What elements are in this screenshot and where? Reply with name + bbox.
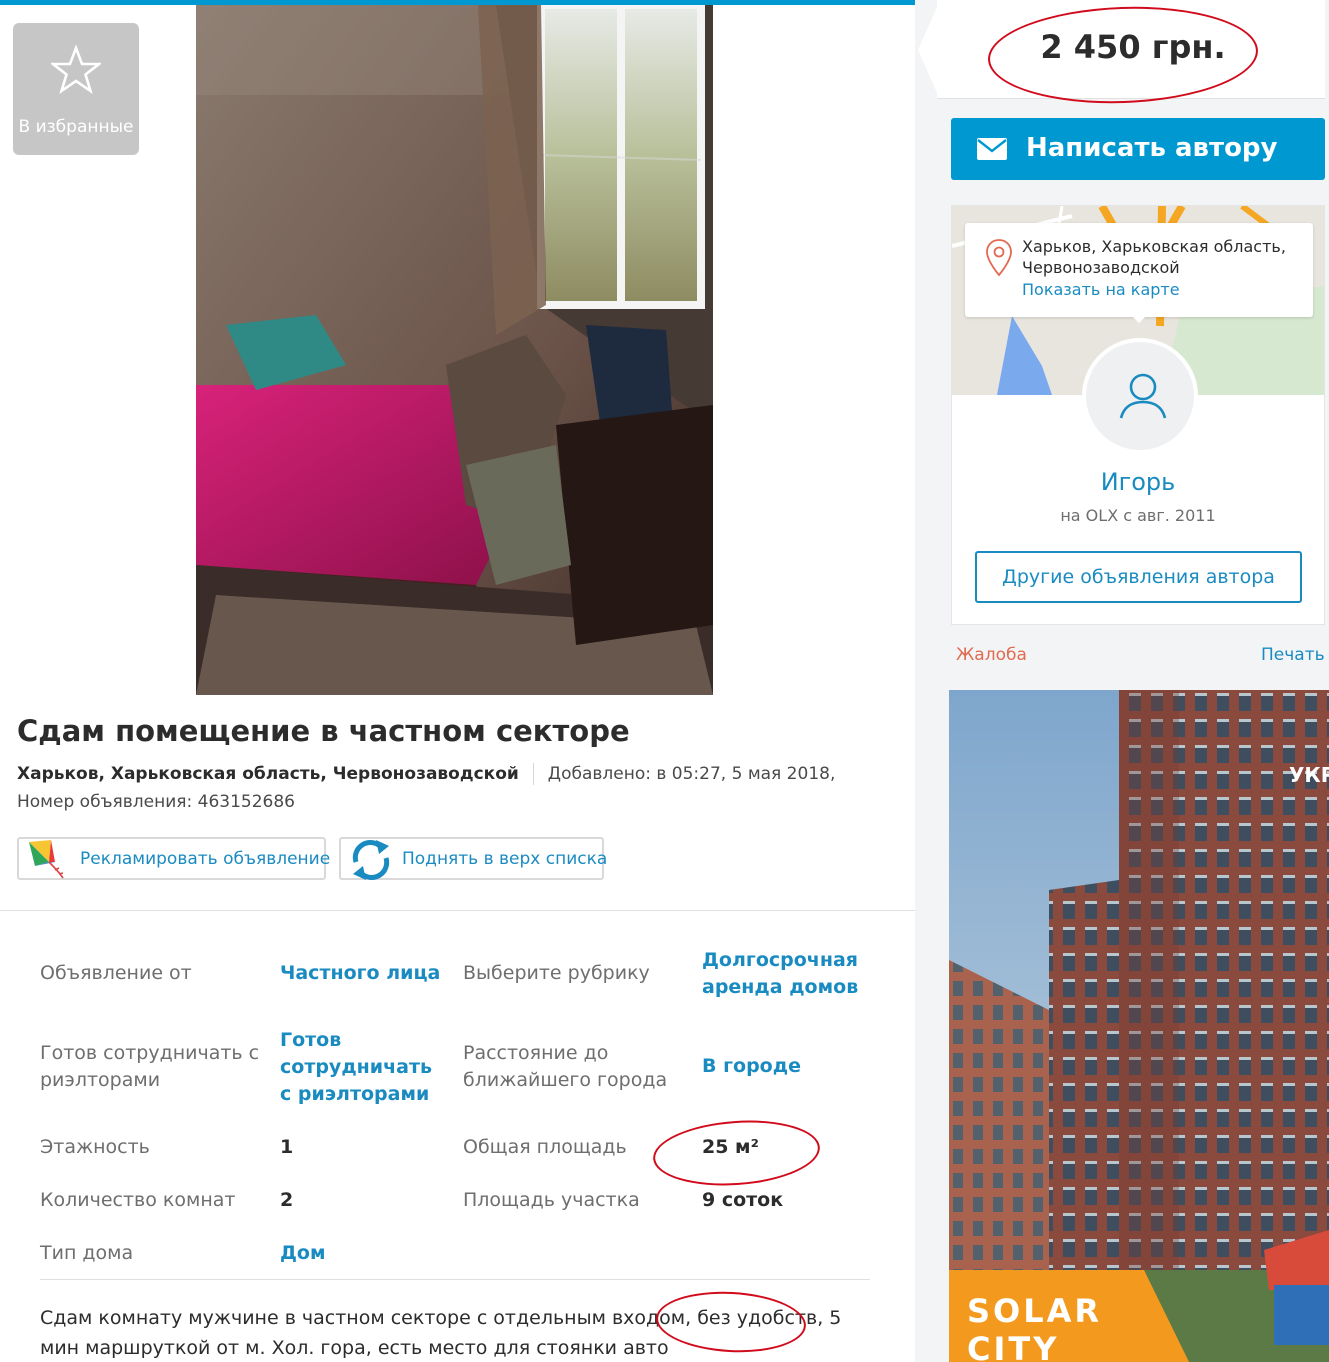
param-value[interactable]: В городе (702, 1053, 801, 1080)
promote-ad-label: Рекламировать объявление (80, 849, 331, 869)
param-label: Площадь участка (463, 1189, 640, 1211)
param-label: Готов сотрудничать с риэлторами (40, 1042, 260, 1091)
map-pin-icon (986, 239, 1012, 277)
seller-name[interactable]: Игорь (952, 468, 1324, 496)
ad-meta: Харьков, Харьковская область, Червонозав… (17, 763, 835, 785)
ad-main-column: В избранные Сдам помещение в частном сек… (0, 0, 915, 1362)
complain-link[interactable]: Жалоба (956, 645, 1027, 665)
price: 2 450 грн. (1040, 28, 1226, 66)
param-label: Этажность (40, 1136, 150, 1158)
price-arrow (918, 5, 938, 95)
add-to-favorites-button[interactable]: В избранные (13, 23, 139, 155)
raise-ad-button[interactable]: Поднять в верх списка (339, 837, 608, 880)
param-value: 25 м² (702, 1136, 759, 1158)
banner-corner-text: УКР (1289, 763, 1329, 787)
param-value[interactable]: Готов сотрудничать с риэлторами (280, 1027, 445, 1108)
avatar (1082, 338, 1198, 454)
ad-location: Харьков, Харьковская область, Червонозав… (17, 764, 519, 784)
param-value: 9 соток (702, 1189, 784, 1211)
param-value[interactable]: Дом (280, 1240, 326, 1267)
param-label: Объявление от (40, 962, 192, 984)
banner-brand-line2: CITY (967, 1330, 1059, 1362)
param-label: Расстояние до ближайшего города (463, 1042, 668, 1091)
kite-icon (29, 840, 64, 879)
raise-ad-label: Поднять в верх списка (402, 849, 608, 869)
favorites-label: В избранные (18, 117, 134, 137)
ad-photo[interactable] (196, 5, 713, 695)
address-card: Харьков, Харьковская область, Червонозав… (965, 223, 1313, 317)
meta-separator (532, 763, 534, 785)
ad-description: Сдам комнату мужчине в частном секторе с… (40, 1307, 842, 1359)
star-outline-icon (51, 45, 101, 95)
promote-ad-button[interactable]: Рекламировать объявление (17, 837, 330, 880)
param-value: 1 (280, 1136, 294, 1158)
advertising-banner[interactable]: SOLAR CITY УКР (949, 690, 1329, 1362)
param-value[interactable]: Частного лица (280, 960, 440, 987)
param-label: Выберите рубрику (463, 962, 650, 984)
section-divider (0, 910, 915, 911)
param-label: Количество комнат (40, 1189, 236, 1211)
param-value[interactable]: Долгосрочная аренда домов (702, 947, 872, 1001)
seller-since: на OLX с авг. 2011 (1060, 506, 1216, 525)
param-label: Тип дома (40, 1242, 134, 1264)
user-icon (1119, 373, 1167, 419)
ad-added-date: Добавлено: в 05:27, 5 мая 2018, (547, 764, 836, 784)
print-link[interactable]: Печать (1261, 645, 1325, 665)
write-to-author-label: Написать автору (1026, 133, 1278, 163)
write-to-author-button[interactable]: Написать автору (951, 118, 1325, 180)
ad-title: Сдам помещение в частном секторе (17, 714, 630, 748)
banner-brand-line1: SOLAR (967, 1292, 1102, 1330)
show-on-map-link[interactable]: Показать на карте (1022, 280, 1180, 299)
seller-address: Харьков, Харьковская область, Червонозав… (1022, 237, 1286, 277)
envelope-icon (977, 138, 1007, 160)
address-card-pointer (1130, 314, 1148, 323)
params-divider (40, 1279, 870, 1280)
param-label: Общая площадь (463, 1136, 627, 1158)
ad-number: Номер объявления: 463152686 (17, 792, 295, 812)
other-ads-button[interactable]: Другие объявления автора (975, 551, 1302, 603)
seller-card: Харьков, Харьковская область, Червонозав… (951, 205, 1325, 625)
refresh-icon (352, 840, 390, 880)
param-value: 2 (280, 1189, 294, 1211)
